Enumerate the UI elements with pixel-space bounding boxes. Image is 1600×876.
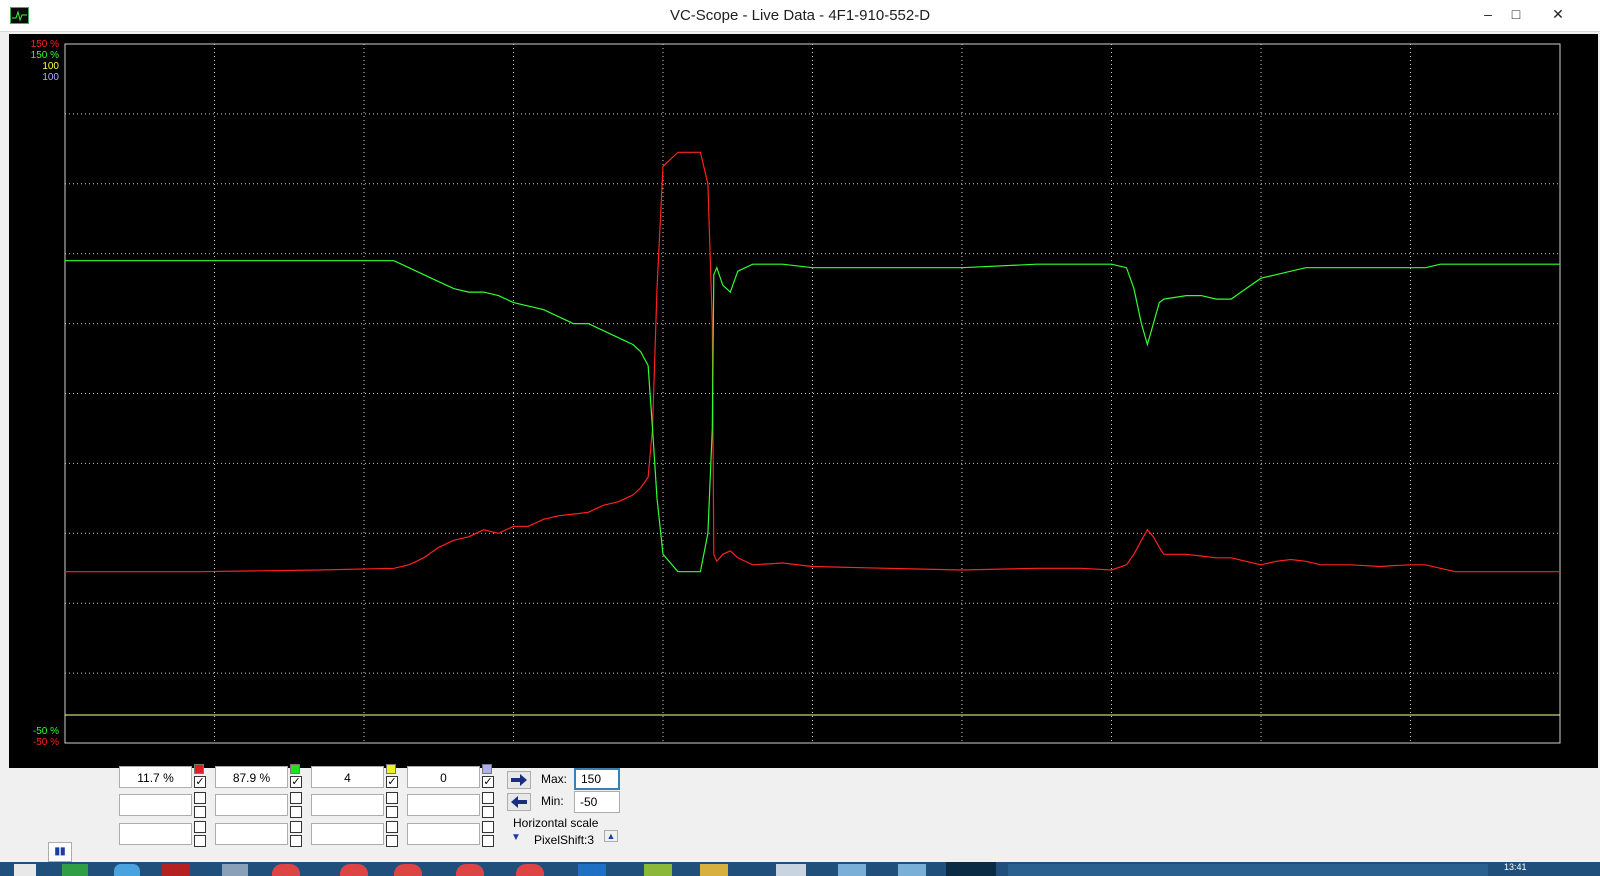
paint-icon-2[interactable] xyxy=(898,864,926,876)
max-input[interactable]: 150 xyxy=(574,768,620,790)
chrome-icon-1[interactable] xyxy=(272,864,300,876)
horizontal-scale-title: Horizontal scale xyxy=(513,816,599,830)
chrome-icon-2[interactable] xyxy=(340,864,368,876)
title-bar: VC-Scope - Live Data - 4F1-910-552-D – □… xyxy=(0,0,1600,32)
vcds-icon[interactable] xyxy=(776,864,806,876)
pause-button[interactable]: ▮▮ xyxy=(48,842,72,862)
bottom-scale-label: -50 % xyxy=(33,726,59,737)
channel-8-color-checkbox[interactable] xyxy=(482,792,494,804)
channel-4-value: 0 xyxy=(407,766,480,788)
channel-9-checkbox[interactable] xyxy=(194,835,206,847)
channel-4-checkbox[interactable]: ✓ xyxy=(482,776,494,788)
chrome-icon-5[interactable] xyxy=(516,864,544,876)
min-label: Min: xyxy=(541,794,564,808)
close-button[interactable]: ✕ xyxy=(1544,3,1572,25)
arrow-left-icon xyxy=(511,796,527,808)
control-panel: 11.7 % ✓ 87.9 % ✓ 4 ✓ 0 ✓ Vertical scale… xyxy=(0,756,1600,862)
channel-2-checkbox[interactable]: ✓ xyxy=(290,776,302,788)
pixelshift-label: PixelShift:3 xyxy=(534,833,595,847)
channel-5-checkbox[interactable] xyxy=(194,806,206,818)
top-scale-label: 150 % xyxy=(31,39,59,50)
vcscope-taskbar-icon[interactable] xyxy=(946,862,996,876)
channel-3-swatch xyxy=(386,764,396,774)
scale-decrease-button[interactable] xyxy=(507,793,531,811)
taskbar: 13:41 xyxy=(0,862,1600,876)
app-icon-yellow[interactable] xyxy=(700,864,728,876)
channel-9-value xyxy=(119,823,192,845)
channel-6-checkbox[interactable] xyxy=(290,806,302,818)
minimize-button[interactable]: – xyxy=(1474,3,1502,25)
channel-7-color-checkbox[interactable] xyxy=(386,792,398,804)
store-icon[interactable] xyxy=(62,864,88,876)
window-title: VC-Scope - Live Data - 4F1-910-552-D xyxy=(669,7,931,24)
outlook-icon[interactable] xyxy=(578,864,606,876)
channel-6-value xyxy=(215,794,288,816)
app-icon-red[interactable] xyxy=(162,864,190,876)
channel-7-checkbox[interactable] xyxy=(386,806,398,818)
app-icon-green[interactable] xyxy=(644,864,672,876)
ie-icon[interactable] xyxy=(114,864,140,876)
scale-increase-button[interactable] xyxy=(507,771,531,789)
top-scale-label: 100 xyxy=(42,72,59,83)
channel-2-swatch xyxy=(290,764,300,774)
top-scale-label: 100 xyxy=(42,61,59,72)
channel-10-value xyxy=(215,823,288,845)
channel-8-value xyxy=(407,794,480,816)
start-button[interactable] xyxy=(14,864,36,876)
maximize-button[interactable]: □ xyxy=(1502,3,1530,25)
channel-12-checkbox[interactable] xyxy=(482,835,494,847)
channel-3-checkbox[interactable]: ✓ xyxy=(386,776,398,788)
channel-5-color-checkbox[interactable] xyxy=(194,792,206,804)
channel-7-value xyxy=(311,794,384,816)
channel-10-checkbox[interactable] xyxy=(290,835,302,847)
channel-10-color-checkbox[interactable] xyxy=(290,821,302,833)
scope-chart: 150 %150 %100100-50 %-50 % xyxy=(31,39,1561,748)
chrome-icon-4[interactable] xyxy=(456,864,484,876)
bottom-scale-label: -50 % xyxy=(33,737,59,748)
channel-11-color-checkbox[interactable] xyxy=(386,821,398,833)
shift-spinner-icon[interactable]: ▲ xyxy=(604,830,618,842)
shift-down-icon[interactable]: ▼ xyxy=(511,832,521,843)
clock: 13:41 xyxy=(1504,862,1527,872)
channel-8-checkbox[interactable] xyxy=(482,806,494,818)
channel-3-value: 4 xyxy=(311,766,384,788)
max-label: Max: xyxy=(541,772,568,786)
channel-11-value xyxy=(311,823,384,845)
explorer-icon[interactable] xyxy=(222,864,248,876)
paint-icon-1[interactable] xyxy=(838,864,866,876)
channel-1-value: 11.7 % xyxy=(119,766,192,788)
channel-4-swatch xyxy=(482,764,492,774)
channel-6-color-checkbox[interactable] xyxy=(290,792,302,804)
channel-1-checkbox[interactable]: ✓ xyxy=(194,776,206,788)
channel-2-value: 87.9 % xyxy=(215,766,288,788)
min-input[interactable]: -50 xyxy=(574,791,620,813)
channel-12-color-checkbox[interactable] xyxy=(482,821,494,833)
channel-9-color-checkbox[interactable] xyxy=(194,821,206,833)
channel-1-swatch xyxy=(194,764,204,774)
channel-11-checkbox[interactable] xyxy=(386,835,398,847)
system-tray xyxy=(1008,864,1488,876)
chrome-icon-3[interactable] xyxy=(394,864,422,876)
arrow-right-icon xyxy=(511,774,527,786)
top-scale-label: 150 % xyxy=(31,50,59,61)
channel-12-value xyxy=(407,823,480,845)
channel-5-value xyxy=(119,794,192,816)
scope-display: 150 % 150 % 100 100 -50 % -50 % xyxy=(9,34,1598,768)
